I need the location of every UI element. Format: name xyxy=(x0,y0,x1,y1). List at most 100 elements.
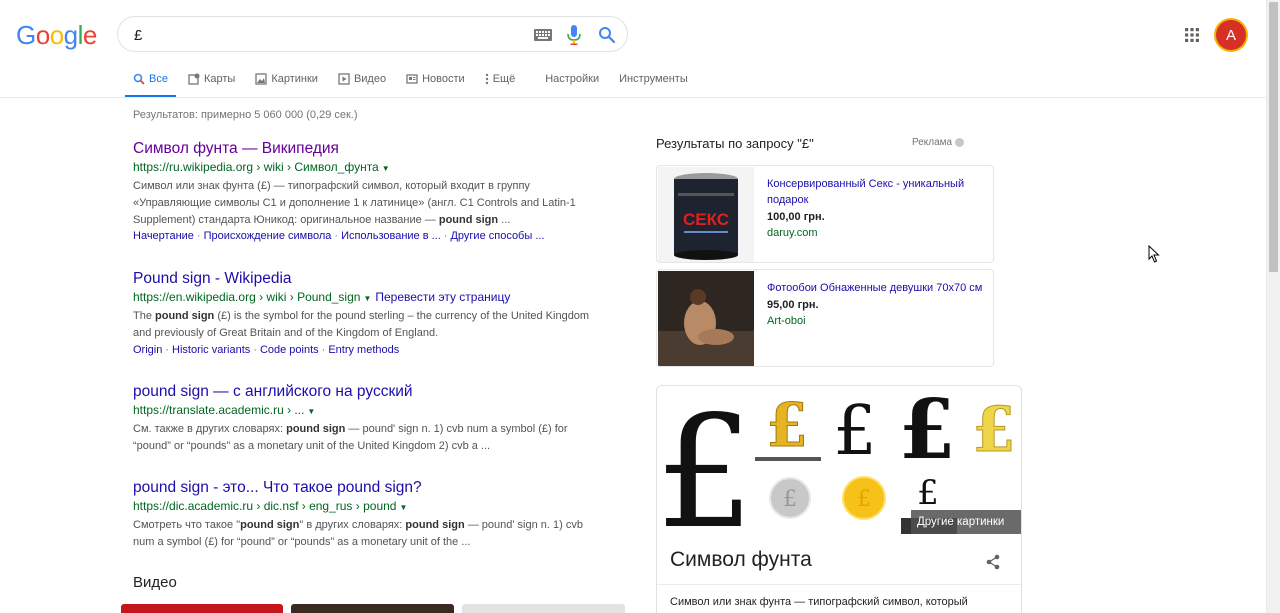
search-input[interactable] xyxy=(134,25,514,45)
logo-letter: o xyxy=(49,20,64,50)
search-tabs: Все Карты Картинки Видео Новости Ещё Нас… xyxy=(125,68,708,98)
sitelink[interactable]: Origin xyxy=(133,344,162,356)
keyboard-icon[interactable] xyxy=(534,29,552,41)
snippet-text: ... xyxy=(498,213,511,226)
can-label: СЕКС xyxy=(683,210,729,229)
tab-label: Новости xyxy=(422,73,465,85)
ad-text: Консервированный Секс - уникальный подар… xyxy=(767,176,987,241)
product-image: СЕКС xyxy=(658,167,754,262)
tab-label: Все xyxy=(149,73,168,85)
snippet-bold: pound sign xyxy=(405,519,465,531)
dropdown-arrow-icon[interactable]: ▼ xyxy=(399,503,407,512)
pound-symbol-image[interactable]: £ xyxy=(833,392,876,471)
search-result: pound sign - это... Что такое pound sign… xyxy=(133,478,613,551)
snippet-text: " в других словарях: xyxy=(299,519,406,531)
dropdown-arrow-icon[interactable]: ▼ xyxy=(363,294,371,303)
search-result: Символ фунта — Википедия https://ru.wiki… xyxy=(133,139,613,244)
scrollbar-thumb[interactable] xyxy=(1269,2,1278,272)
microphone-icon[interactable] xyxy=(567,25,581,45)
logo-letter: o xyxy=(35,20,50,50)
more-images-button[interactable]: Другие картинки xyxy=(911,510,1021,534)
result-url-text: https://translate.academic.ru › ... xyxy=(133,403,305,417)
image-icon xyxy=(255,73,267,85)
snippet-line: Supplement) стандарта Юникод: оригинальн… xyxy=(133,212,613,229)
tab-settings[interactable]: Настройки xyxy=(545,68,599,98)
tab-maps[interactable]: Карты xyxy=(188,68,235,98)
ad-price: 95,00 грн. xyxy=(767,299,819,311)
apps-grid-icon[interactable] xyxy=(1185,28,1199,42)
tab-more[interactable]: Ещё xyxy=(485,68,515,98)
ads-label[interactable]: Реклама xyxy=(912,137,965,148)
shopping-ad[interactable]: СЕКС Консервированный Секс - уникальный … xyxy=(656,165,994,263)
translate-link[interactable]: Перевести эту страницу xyxy=(375,290,510,304)
sitelink[interactable]: Code points xyxy=(260,344,319,356)
product-image xyxy=(658,271,754,366)
pound-symbol-image[interactable]: £ xyxy=(972,393,1016,467)
search-icon[interactable] xyxy=(598,26,616,44)
result-url: https://en.wikipedia.org › wiki › Pound_… xyxy=(133,289,613,307)
sitelink[interactable]: Entry methods xyxy=(328,344,399,356)
snippet-line: num a symbol (£) for “pound” or “pounds”… xyxy=(133,535,471,548)
snippet-bold: pound sign xyxy=(286,423,346,435)
dropdown-arrow-icon[interactable]: ▼ xyxy=(307,407,315,416)
tab-all[interactable]: Все xyxy=(125,68,176,98)
snippet-text: — pound' sign n. 1) cvb num a symbol (£)… xyxy=(345,423,568,435)
ad-product-name[interactable]: Консервированный Секс - уникальный подар… xyxy=(767,176,987,208)
panel-divider xyxy=(657,584,1021,585)
sitelink-separator: · xyxy=(334,230,339,243)
tab-video[interactable]: Видео xyxy=(338,68,386,98)
shopping-ads-title: Результаты по запросу "£" xyxy=(656,136,814,151)
video-thumbnail[interactable] xyxy=(462,604,625,613)
account-avatar[interactable]: A xyxy=(1216,20,1246,50)
video-section-heading: Видео xyxy=(133,574,177,591)
result-snippet: The pound sign (£) is the symbol for the… xyxy=(133,308,613,342)
sitelink-separator: · xyxy=(443,230,448,243)
pound-symbol-image[interactable]: £ xyxy=(917,473,939,513)
snippet-line: and previously of Great Britain and of t… xyxy=(133,326,439,339)
sitelink[interactable]: Происхождение символа xyxy=(204,230,332,242)
result-snippet: Смотреть что такое " pound sign" в других… xyxy=(133,517,613,551)
info-icon[interactable] xyxy=(955,138,965,147)
search-result: pound sign — с английского на русский ht… xyxy=(133,382,613,455)
video-thumbnail[interactable] xyxy=(291,604,454,613)
dropdown-arrow-icon[interactable]: ▼ xyxy=(382,164,390,173)
ads-label-text: Реклама xyxy=(912,137,953,148)
ad-text: Фотообои Обнаженные девушки 70х70 см 95,… xyxy=(767,280,987,329)
pound-symbol-image[interactable]: £ xyxy=(857,487,871,512)
result-title-link[interactable]: Символ фунта — Википедия xyxy=(133,139,613,158)
tab-label: Видео xyxy=(353,73,387,85)
tab-label: Настройки xyxy=(545,73,600,85)
result-title-link[interactable]: pound sign - это... Что такое pound sign… xyxy=(133,478,613,497)
snippet-line: “pound” or “pounds” as a monetary unit o… xyxy=(133,439,491,452)
sitelinks: Origin · Historic variants · Code points · Ent… xyxy=(133,342,613,358)
ad-product-name[interactable]: Фотообои Обнаженные девушки 70х70 см xyxy=(767,280,987,296)
pound-symbol-image[interactable]: £ xyxy=(766,391,809,462)
snippet-text: Смотреть что такое " xyxy=(133,519,241,531)
snippet-text: См. также в других словарях: xyxy=(133,423,287,435)
sitelink[interactable]: Начертание xyxy=(133,230,194,242)
google-logo[interactable]: Google xyxy=(16,20,97,51)
pound-symbol-image[interactable]: £ xyxy=(898,386,955,478)
result-title-link[interactable]: Pound sign - Wikipedia xyxy=(133,269,613,288)
tab-tools[interactable]: Инструменты xyxy=(619,68,688,98)
tab-news[interactable]: Новости xyxy=(406,68,465,98)
share-icon[interactable] xyxy=(985,554,1001,570)
shopping-ad[interactable]: Фотообои Обнаженные девушки 70х70 см 95,… xyxy=(656,269,994,367)
ad-shop: Art-oboi xyxy=(767,315,806,327)
header-divider xyxy=(0,97,1266,98)
more-dots-icon xyxy=(485,73,488,85)
scrollbar[interactable] xyxy=(1266,0,1280,613)
sitelink[interactable]: Другие способы ... xyxy=(450,230,544,242)
logo-letter: G xyxy=(16,20,36,50)
sitelink[interactable]: Historic variants xyxy=(172,344,250,356)
pound-symbol-image[interactable]: £ xyxy=(657,386,754,538)
knowledge-panel: £ £ £ £ £ £ £ £ Другие картинки Символ ф… xyxy=(656,385,1022,613)
sitelink-separator: · xyxy=(196,230,201,243)
pound-symbol-image[interactable]: £ xyxy=(783,487,797,512)
sitelinks: Начертание · Происхождение символа · Использ… xyxy=(133,228,613,244)
video-thumbnail[interactable] xyxy=(121,604,283,613)
tab-images[interactable]: Картинки xyxy=(255,68,318,98)
result-title-link[interactable]: pound sign — с английского на русский xyxy=(133,382,613,401)
sitelink[interactable]: Использование в ... xyxy=(341,230,441,242)
result-url-text: https://en.wikipedia.org › wiki › Pound_… xyxy=(133,290,361,304)
